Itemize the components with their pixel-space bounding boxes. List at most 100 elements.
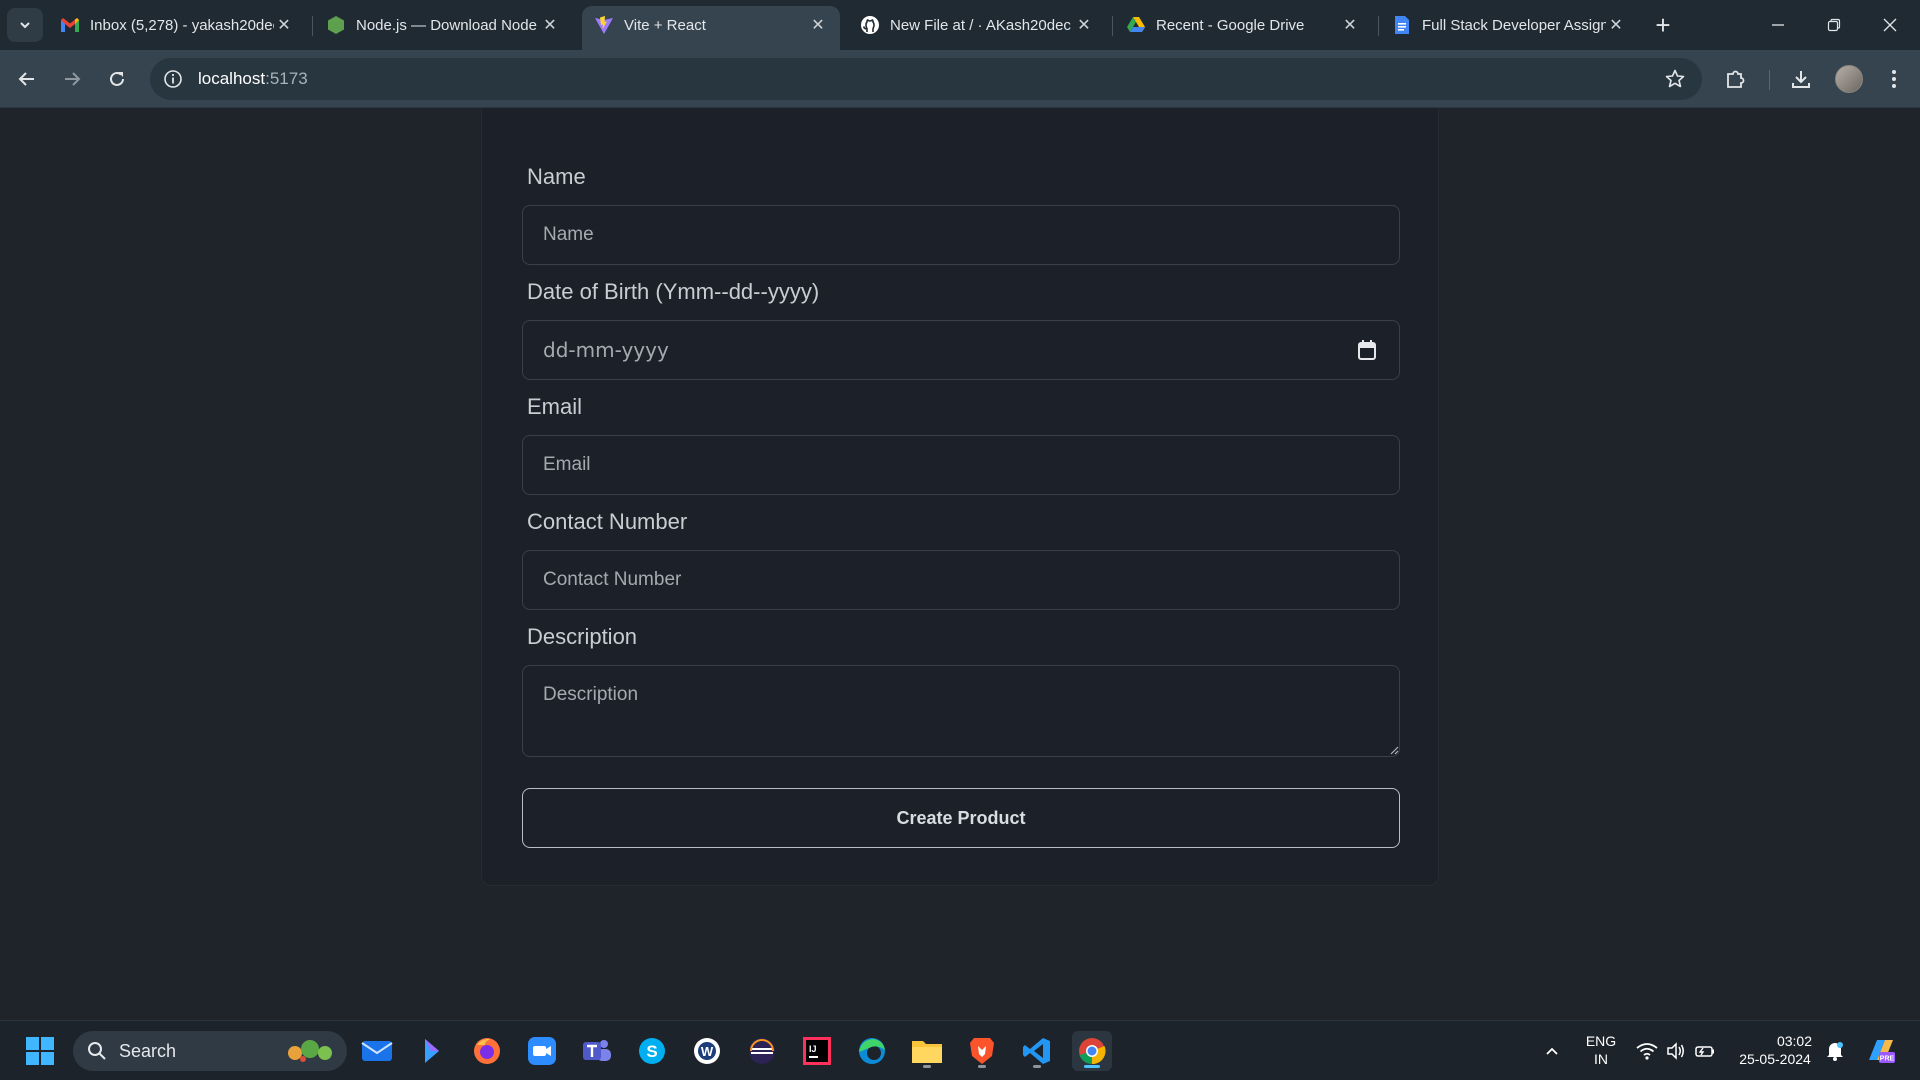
taskbar-eclipse[interactable] — [742, 1031, 782, 1071]
url-port: :5173 — [265, 69, 308, 88]
contact-number-input[interactable] — [522, 550, 1400, 610]
svg-text:S: S — [646, 1042, 657, 1061]
clock-date: 25-05-2024 — [1739, 1051, 1811, 1067]
description-label: Description — [527, 624, 638, 649]
address-bar[interactable]: localhost:5173 — [150, 58, 1702, 100]
taskbar-w-app[interactable]: W — [687, 1031, 727, 1071]
github-icon — [860, 15, 880, 35]
svg-text:IJ: IJ — [809, 1044, 817, 1054]
profile-avatar[interactable] — [1835, 65, 1863, 93]
page-content: Name Date of Birth (Ymm--dd--yyyy) dd-mm… — [0, 108, 1920, 1020]
vscode-icon — [1023, 1038, 1050, 1064]
taskbar-teams[interactable] — [577, 1031, 617, 1071]
name-label: Name — [527, 164, 586, 189]
browser-menu-button[interactable] — [1877, 62, 1911, 96]
quick-settings-button[interactable] — [1628, 1031, 1724, 1071]
new-tab-button[interactable]: + — [1648, 10, 1678, 40]
language-indicator[interactable]: ENG IN — [1578, 1032, 1624, 1068]
name-input[interactable] — [522, 205, 1400, 265]
tab-title: Vite + React — [624, 16, 706, 34]
close-icon[interactable]: ✕ — [1606, 15, 1626, 35]
arrow-right-icon — [65, 72, 81, 86]
tab-search-button[interactable] — [7, 8, 43, 42]
chrome-icon — [1079, 1038, 1106, 1065]
close-icon[interactable]: ✕ — [1340, 15, 1360, 35]
restore-button[interactable] — [1806, 0, 1862, 50]
taskbar-brave[interactable] — [962, 1031, 1002, 1071]
close-icon — [1883, 18, 1897, 32]
tab-title: Full Stack Developer Assign — [1422, 16, 1606, 34]
close-window-button[interactable] — [1862, 0, 1918, 50]
browser-tab-strip: Inbox (5,278) - yakash20dec ✕ Node.js — … — [0, 0, 1920, 50]
taskbar-chrome[interactable] — [1072, 1031, 1112, 1071]
reload-button[interactable] — [100, 62, 134, 96]
firefox-icon — [474, 1038, 500, 1064]
close-icon[interactable]: ✕ — [808, 15, 828, 35]
restore-icon — [1827, 18, 1841, 32]
skype-icon: S — [639, 1038, 665, 1064]
tab-nodejs[interactable]: Node.js — Download Node ✕ — [314, 6, 572, 44]
dob-input[interactable]: dd-mm-yyyy — [522, 320, 1400, 380]
toolbar-separator — [1769, 70, 1770, 90]
running-indicator — [923, 1065, 931, 1068]
language-line2: IN — [1594, 1051, 1608, 1067]
arrow-left-icon — [18, 72, 34, 86]
brave-icon — [970, 1038, 994, 1064]
search-icon — [88, 1042, 106, 1060]
create-product-button[interactable]: Create Product — [522, 788, 1400, 848]
url-text: localhost:5173 — [198, 69, 308, 89]
tab-title: Recent - Google Drive — [1156, 16, 1305, 34]
windows-logo-icon — [26, 1037, 54, 1065]
bookmark-star-icon[interactable] — [1664, 68, 1686, 90]
tab-title: Node.js — Download Node — [356, 16, 537, 34]
w-app-icon: W — [694, 1038, 720, 1064]
taskbar-skype[interactable]: S — [632, 1031, 672, 1071]
back-button[interactable] — [10, 62, 44, 96]
description-textarea[interactable] — [522, 665, 1400, 757]
svg-text:W: W — [701, 1044, 714, 1059]
email-input[interactable] — [522, 435, 1400, 495]
taskbar-search[interactable]: Search — [73, 1031, 347, 1071]
taskbar-mail[interactable] — [357, 1031, 397, 1071]
gmail-icon — [60, 15, 80, 35]
extensions-button[interactable] — [1719, 62, 1753, 96]
copilot-pre-icon: PRE — [1869, 1040, 1895, 1063]
resize-handle-icon[interactable] — [1389, 745, 1399, 755]
contact-number-label: Contact Number — [527, 509, 688, 534]
tab-gmail[interactable]: Inbox (5,278) - yakash20dec ✕ — [48, 6, 306, 44]
tab-vite-react[interactable]: Vite + React ✕ — [582, 6, 840, 50]
minimize-button[interactable] — [1750, 0, 1806, 50]
tab-title: New File at / · AKash20dec — [890, 16, 1071, 34]
taskbar-copilot[interactable] — [412, 1031, 452, 1071]
taskbar-file-explorer[interactable] — [907, 1031, 947, 1071]
close-icon[interactable]: ✕ — [540, 15, 560, 35]
puzzle-icon — [1727, 70, 1745, 88]
taskbar-intellij[interactable]: IJ — [797, 1031, 837, 1071]
start-button[interactable] — [20, 1031, 60, 1071]
language-line1: ENG — [1585, 1033, 1617, 1049]
forward-button[interactable] — [55, 62, 89, 96]
show-hidden-icons-button[interactable] — [1535, 1031, 1569, 1071]
bell-icon — [1827, 1042, 1843, 1061]
taskbar-firefox[interactable] — [467, 1031, 507, 1071]
taskbar-zoom[interactable] — [522, 1031, 562, 1071]
clock[interactable]: 03:02 25-05-2024 — [1732, 1032, 1818, 1068]
intellij-icon: IJ — [803, 1037, 831, 1065]
close-icon[interactable]: ✕ — [1074, 15, 1094, 35]
tab-google-drive[interactable]: Recent - Google Drive ✕ — [1114, 6, 1372, 44]
downloads-button[interactable] — [1784, 62, 1818, 96]
close-icon[interactable]: ✕ — [274, 15, 294, 35]
calendar-icon[interactable] — [1357, 339, 1377, 361]
more-vertical-icon — [1892, 70, 1896, 88]
tab-github[interactable]: New File at / · AKash20dec ✕ — [848, 6, 1106, 44]
tab-google-docs[interactable]: Full Stack Developer Assign ✕ — [1380, 6, 1638, 44]
browser-toolbar: localhost:5173 — [0, 50, 1920, 108]
taskbar-vscode[interactable] — [1017, 1031, 1057, 1071]
battery-icon — [1695, 1046, 1714, 1057]
chevron-down-icon — [20, 22, 30, 29]
notifications-button[interactable] — [1818, 1031, 1852, 1071]
site-info-icon[interactable] — [162, 68, 184, 90]
copilot-preview-button[interactable]: PRE — [1861, 1031, 1901, 1071]
taskbar-edge[interactable] — [852, 1031, 892, 1071]
url-host: localhost — [198, 69, 266, 88]
